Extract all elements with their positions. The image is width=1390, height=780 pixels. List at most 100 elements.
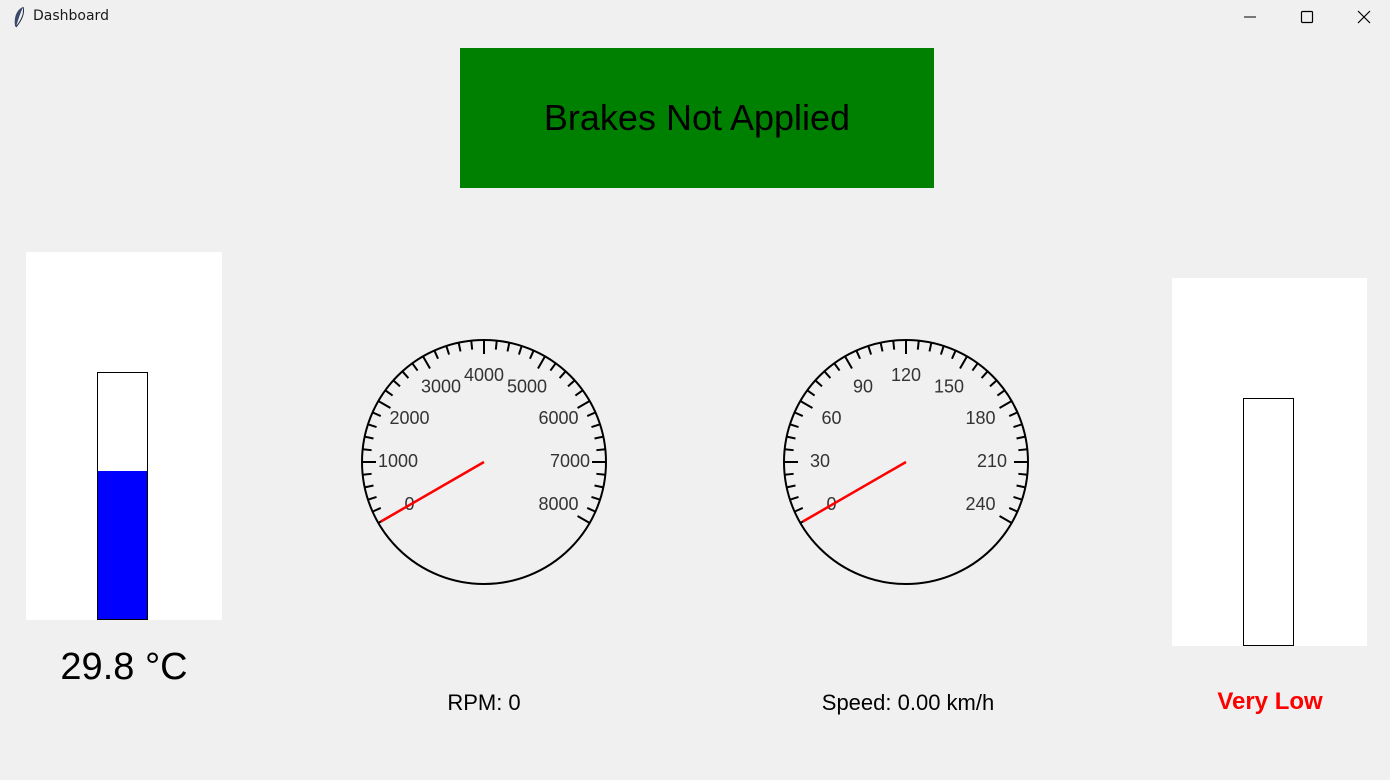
speed-major-tick <box>959 355 968 369</box>
window-title-bar: Dashboard <box>0 0 1390 34</box>
rpm-minor-tick <box>574 389 584 397</box>
rpm-major-tick <box>422 355 431 369</box>
rpm-tick-label: 3000 <box>421 376 461 396</box>
rpm-minor-tick <box>411 362 419 372</box>
speed-tick-label: 180 <box>965 408 995 428</box>
speed-tick-label: 90 <box>853 376 873 396</box>
rpm-needle <box>380 460 485 523</box>
speed-minor-tick <box>1016 435 1026 440</box>
speed-minor-tick <box>867 345 873 355</box>
speed-needle <box>802 460 907 523</box>
rpm-minor-tick <box>470 340 474 350</box>
temperature-bar <box>97 372 148 620</box>
rpm-minor-tick <box>586 411 596 417</box>
rpm-major-tick <box>577 400 591 409</box>
speed-readout: Speed: 0.00 km/h <box>821 690 995 715</box>
rpm-minor-tick <box>401 370 410 379</box>
speed-minor-tick <box>789 495 799 501</box>
speed-minor-tick <box>928 342 933 352</box>
speed-tick-label: 60 <box>822 408 842 428</box>
speed-minor-tick <box>996 389 1006 397</box>
speed-minor-tick <box>1016 484 1026 489</box>
speed-minor-tick <box>892 340 896 350</box>
temperature-readout: 29.8 °C <box>60 646 188 688</box>
rpm-minor-tick <box>367 495 377 501</box>
rpm-tick-label: 5000 <box>507 376 547 396</box>
fuel-status: Very Low <box>1217 688 1323 715</box>
rpm-minor-tick <box>596 448 606 452</box>
speed-minor-tick <box>784 448 794 452</box>
rpm-tick-label: 7000 <box>550 451 590 471</box>
close-button[interactable] <box>1336 0 1390 34</box>
speed-minor-tick <box>1013 495 1023 501</box>
rpm-minor-tick <box>457 342 462 352</box>
fuel-bar <box>1243 398 1294 646</box>
rpm-minor-tick <box>367 423 377 429</box>
maximize-icon <box>1300 10 1314 24</box>
rpm-minor-tick <box>591 423 601 429</box>
speed-minor-tick <box>1013 423 1023 429</box>
speed-tick-label: 150 <box>934 376 964 396</box>
rpm-minor-tick <box>362 472 372 476</box>
rpm-readout: RPM: 0 <box>447 690 521 715</box>
rpm-minor-tick <box>445 345 451 355</box>
speed-minor-tick <box>1008 411 1018 417</box>
rpm-minor-tick <box>494 340 498 350</box>
rpm-tick-label: 4000 <box>464 365 504 385</box>
speed-major-tick <box>799 400 813 409</box>
speed-minor-tick <box>786 435 796 440</box>
speed-minor-tick <box>939 345 945 355</box>
close-icon <box>1357 10 1371 24</box>
speed-major-tick <box>999 400 1013 409</box>
rpm-minor-tick <box>591 495 601 501</box>
minimize-button[interactable] <box>1222 0 1278 34</box>
rpm-minor-tick <box>433 350 439 360</box>
rpm-tick-label: 6000 <box>538 408 578 428</box>
rpm-tick-label: 1000 <box>378 451 418 471</box>
rpm-minor-tick <box>558 370 567 379</box>
speed-major-tick <box>999 515 1013 524</box>
speed-tick-label: 240 <box>965 494 995 514</box>
rpm-minor-tick <box>567 379 576 388</box>
rpm-tick-label: 8000 <box>538 494 578 514</box>
speed-minor-tick <box>789 423 799 429</box>
rpm-gauge: 010002000300040005000600070008000 <box>361 339 607 585</box>
rpm-major-tick <box>537 355 546 369</box>
minimize-icon <box>1244 16 1256 18</box>
speed-minor-tick <box>784 472 794 476</box>
speed-tick-label: 30 <box>810 451 830 471</box>
speed-minor-tick <box>794 411 804 417</box>
rpm-minor-tick <box>364 484 374 489</box>
rpm-minor-tick <box>506 342 511 352</box>
rpm-minor-tick <box>586 507 596 513</box>
rpm-minor-tick <box>362 448 372 452</box>
speed-minor-tick <box>1008 507 1018 513</box>
speed-minor-tick <box>823 370 832 379</box>
speed-minor-tick <box>879 342 884 352</box>
rpm-minor-tick <box>372 411 382 417</box>
rpm-minor-tick <box>364 435 374 440</box>
speed-tick-label: 210 <box>977 451 1007 471</box>
speed-minor-tick <box>971 362 979 372</box>
rpm-minor-tick <box>596 472 606 476</box>
brake-status-banner: Brakes Not Applied <box>460 48 934 188</box>
rpm-minor-tick <box>594 484 604 489</box>
speed-minor-tick <box>989 379 998 388</box>
rpm-minor-tick <box>384 389 394 397</box>
maximize-button[interactable] <box>1279 0 1335 34</box>
window-title: Dashboard <box>33 8 109 24</box>
speed-minor-tick <box>916 340 920 350</box>
speed-minor-tick <box>951 350 957 360</box>
speed-minor-tick <box>1018 472 1028 476</box>
speed-minor-tick <box>806 389 816 397</box>
rpm-minor-tick <box>392 379 401 388</box>
rpm-minor-tick <box>372 507 382 513</box>
rpm-tick-label: 2000 <box>389 408 429 428</box>
feather-icon <box>14 6 24 28</box>
speed-tick-label: 120 <box>891 365 921 385</box>
rpm-major-tick <box>577 515 591 524</box>
rpm-minor-tick <box>549 362 557 372</box>
speed-minor-tick <box>1018 448 1028 452</box>
speed-major-tick <box>844 355 853 369</box>
speed-gauge: 0306090120150180210240 <box>783 339 1029 585</box>
